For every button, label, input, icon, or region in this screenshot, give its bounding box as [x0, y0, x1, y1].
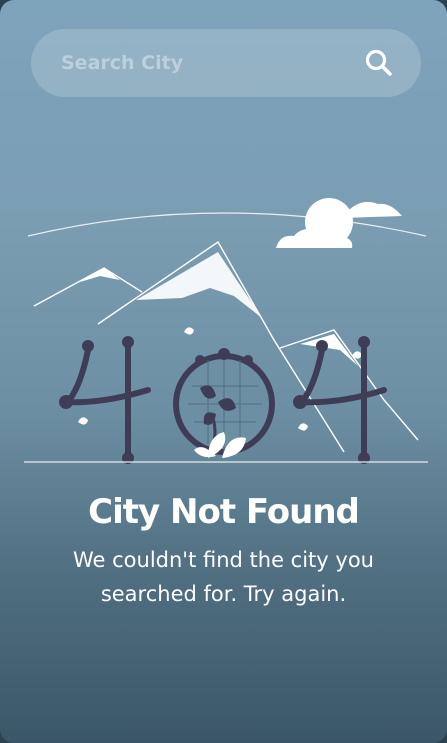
404-illustration	[24, 198, 428, 464]
search-bar	[31, 29, 421, 97]
search-button[interactable]	[363, 47, 395, 79]
error-title: City Not Found	[88, 492, 360, 532]
search-input[interactable]	[59, 51, 363, 75]
search-icon	[365, 49, 392, 76]
error-message: We couldn't find the city you searched f…	[73, 548, 374, 606]
weather-card: City Not Found We couldn't find the city…	[0, 0, 447, 743]
